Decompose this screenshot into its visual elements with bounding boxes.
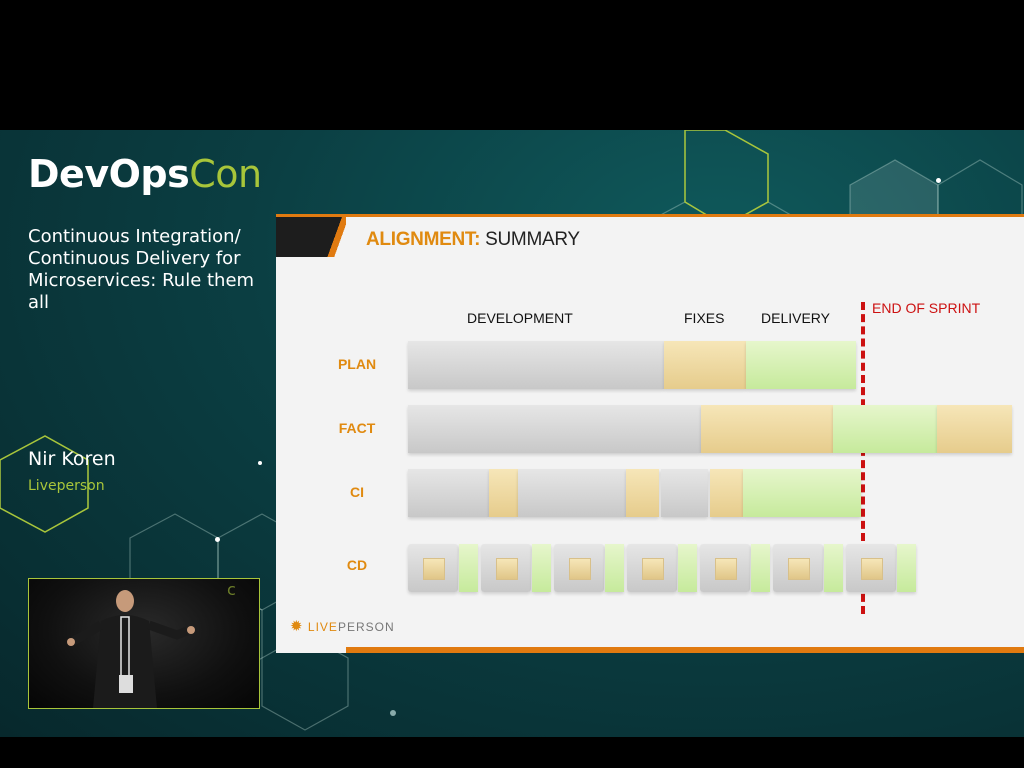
ci-yellow-bar [710,469,743,517]
cd-build-block [408,544,458,592]
cd-delivery-strip [678,544,697,592]
logo-primary: DevOps [28,152,190,196]
talk-title: Continuous Integration/ Continuous Deliv… [28,226,255,313]
fact-development-bar [408,405,701,453]
phase-label-development: DEVELOPMENT [467,310,573,326]
cd-fix-square [788,558,810,580]
ci-yellow-bar [489,469,518,517]
fact-overrun-bar [937,405,1012,453]
fact-fixes-bar [701,405,833,453]
cd-fix-square [861,558,883,580]
slide-heading-rest: SUMMARY [480,229,580,250]
speaker-company: Liveperson [28,478,105,494]
cd-fix-square [569,558,591,580]
cd-fix-square [423,558,445,580]
fact-delivery-bar [833,405,937,453]
cd-delivery-strip [824,544,843,592]
cd-delivery-strip [897,544,916,592]
speaker-video-feed: c [28,578,260,709]
cd-delivery-strip [532,544,551,592]
sun-icon: ✹ [290,618,304,635]
cd-build-block [773,544,823,592]
decor-dot [215,537,220,542]
cd-fix-square [715,558,737,580]
end-of-sprint-label: END OF SPRINT [872,300,981,316]
plan-delivery-bar [746,341,856,389]
cd-delivery-strip [751,544,770,592]
plan-fixes-bar [664,341,746,389]
presentation-slide: ALIGNMENT: SUMMARY DEVELOPMENT FIXES DEL… [276,214,1024,653]
row-label-ci: CI [350,484,364,500]
slide-heading-accent: ALIGNMENT: [366,229,481,250]
ci-gray-bar [661,469,708,517]
phase-label-fixes: FIXES [684,310,725,326]
slide-bottom-bar [346,647,1024,653]
cd-delivery-strip [459,544,478,592]
cd-fix-square [496,558,518,580]
phase-label-delivery: DELIVERY [761,310,830,326]
cd-build-block [554,544,604,592]
cd-delivery-strip [605,544,624,592]
slide-corner-decoration [276,217,346,257]
plan-development-bar [408,341,664,389]
decor-dot [936,178,941,183]
brand-person: PERSON [337,620,395,634]
decor-dot [258,461,262,465]
ci-gray-bar [408,469,489,517]
liveperson-logo: ✹ LIVEPERSON [290,617,395,635]
ci-delivery-bar [743,469,861,517]
row-label-cd: CD [346,557,368,573]
ci-yellow-bar [626,469,659,517]
slide-heading: ALIGNMENT: SUMMARY [366,229,580,251]
cd-build-block [481,544,531,592]
logo-accent: Con [189,152,262,196]
cd-build-block [627,544,677,592]
conference-stage: DevOpsCon Continuous Integration/ Contin… [0,130,1024,737]
row-label-plan: PLAN [337,356,377,372]
cd-build-block [700,544,750,592]
devopscon-logo: DevOpsCon [28,152,262,196]
speaker-name: Nir Koren [28,448,116,470]
row-label-fact: FACT [338,420,376,436]
cd-fix-square [642,558,664,580]
ci-gray-bar [518,469,626,517]
cd-build-block [846,544,896,592]
svg-text:c: c [227,580,236,599]
brand-live: LIVE [307,620,338,634]
decor-dot [390,710,396,716]
speaker-silhouette-image: c [67,580,236,708]
